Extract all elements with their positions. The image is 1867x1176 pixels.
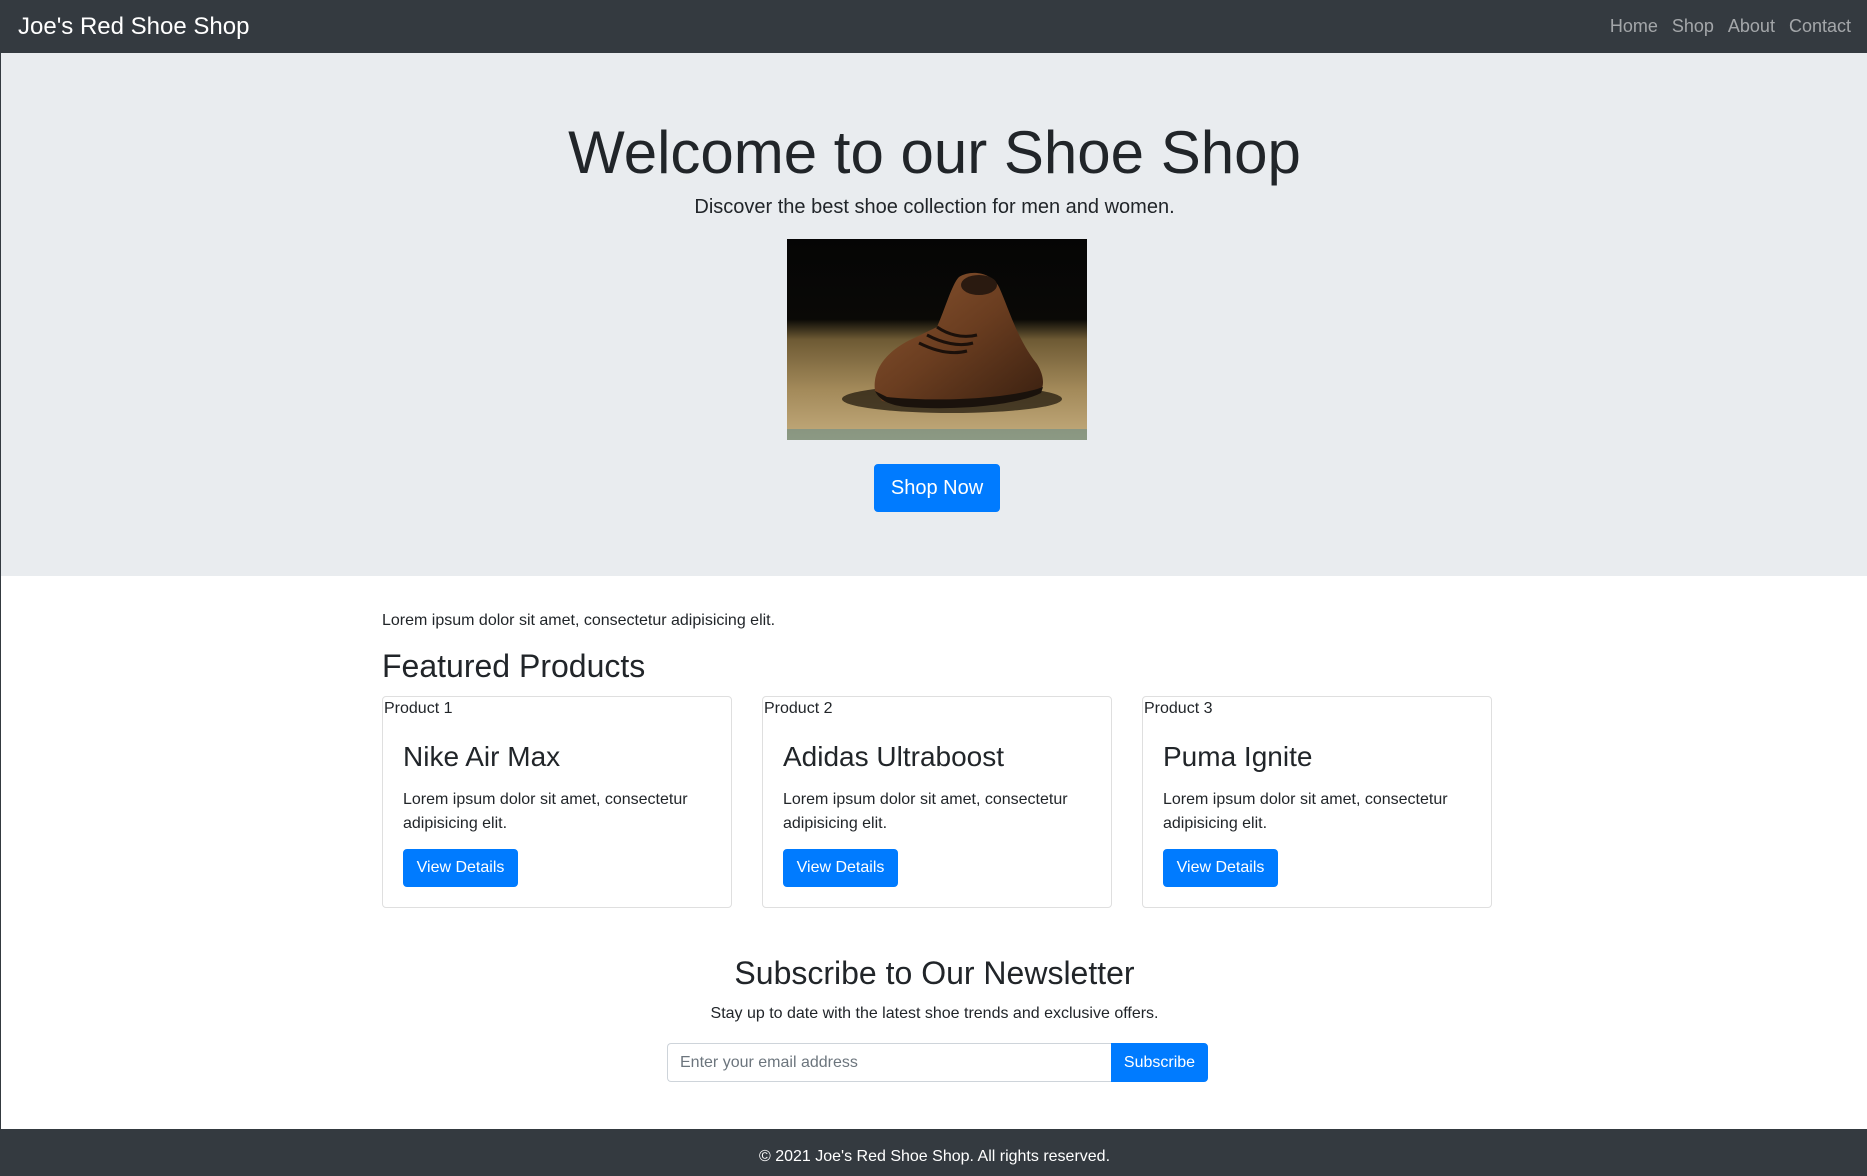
shop-now-button[interactable]: Shop Now bbox=[874, 464, 1000, 512]
navbar: Joe's Red Shoe Shop Home Shop About Cont… bbox=[1, 0, 1867, 53]
hero-title: Welcome to our Shoe Shop bbox=[568, 119, 1301, 186]
subscribe-button[interactable]: Subscribe bbox=[1111, 1043, 1208, 1082]
product-image-alt: Product 1 bbox=[384, 700, 453, 717]
product-card: Product 2 Adidas Ultraboost Lorem ipsum … bbox=[762, 696, 1112, 908]
newsletter-text: Stay up to date with the latest shoe tre… bbox=[710, 1005, 1159, 1022]
product-image-alt: Product 2 bbox=[764, 700, 833, 717]
nav-link-contact[interactable]: Contact bbox=[1782, 16, 1851, 37]
view-details-button[interactable]: View Details bbox=[1163, 849, 1278, 887]
brand-link[interactable]: Joe's Red Shoe Shop bbox=[18, 13, 249, 41]
footer-copyright: © 2021 Joe's Red Shoe Shop. All rights r… bbox=[758, 1148, 1111, 1165]
view-details-button[interactable]: View Details bbox=[783, 849, 898, 887]
subscribe-form: Subscribe bbox=[667, 1043, 1208, 1082]
product-description: Lorem ipsum dolor sit amet, consectetur … bbox=[1163, 791, 1448, 832]
featured-products-title: Featured Products bbox=[382, 648, 646, 684]
product-description: Lorem ipsum dolor sit amet, consectetur … bbox=[783, 791, 1068, 832]
nav-link-home[interactable]: Home bbox=[1603, 16, 1665, 37]
product-image-alt: Product 3 bbox=[1144, 700, 1213, 717]
hero-shoe-image bbox=[787, 239, 1087, 440]
intro-text: Lorem ipsum dolor sit amet, consectetur … bbox=[382, 612, 776, 629]
product-cards: Product 1 Nike Air Max Lorem ipsum dolor… bbox=[382, 696, 1492, 908]
nav-link-about[interactable]: About bbox=[1721, 16, 1782, 37]
email-input[interactable] bbox=[667, 1043, 1111, 1082]
newsletter-title: Subscribe to Our Newsletter bbox=[734, 955, 1135, 991]
product-name: Puma Ignite bbox=[1163, 741, 1313, 772]
product-name: Nike Air Max bbox=[403, 741, 561, 772]
product-card: Product 3 Puma Ignite Lorem ipsum dolor … bbox=[1142, 696, 1492, 908]
footer: © 2021 Joe's Red Shoe Shop. All rights r… bbox=[1, 1129, 1867, 1176]
hero-jumbotron: Welcome to our Shoe Shop Discover the be… bbox=[1, 53, 1867, 576]
nav-link-shop[interactable]: Shop bbox=[1665, 16, 1721, 37]
product-description: Lorem ipsum dolor sit amet, consectetur … bbox=[403, 791, 688, 832]
hero-lead: Discover the best shoe collection for me… bbox=[694, 196, 1175, 218]
product-card: Product 1 Nike Air Max Lorem ipsum dolor… bbox=[382, 696, 732, 908]
product-name: Adidas Ultraboost bbox=[783, 741, 1005, 772]
nav-links: Home Shop About Contact bbox=[1603, 16, 1851, 37]
view-details-button[interactable]: View Details bbox=[403, 849, 518, 887]
